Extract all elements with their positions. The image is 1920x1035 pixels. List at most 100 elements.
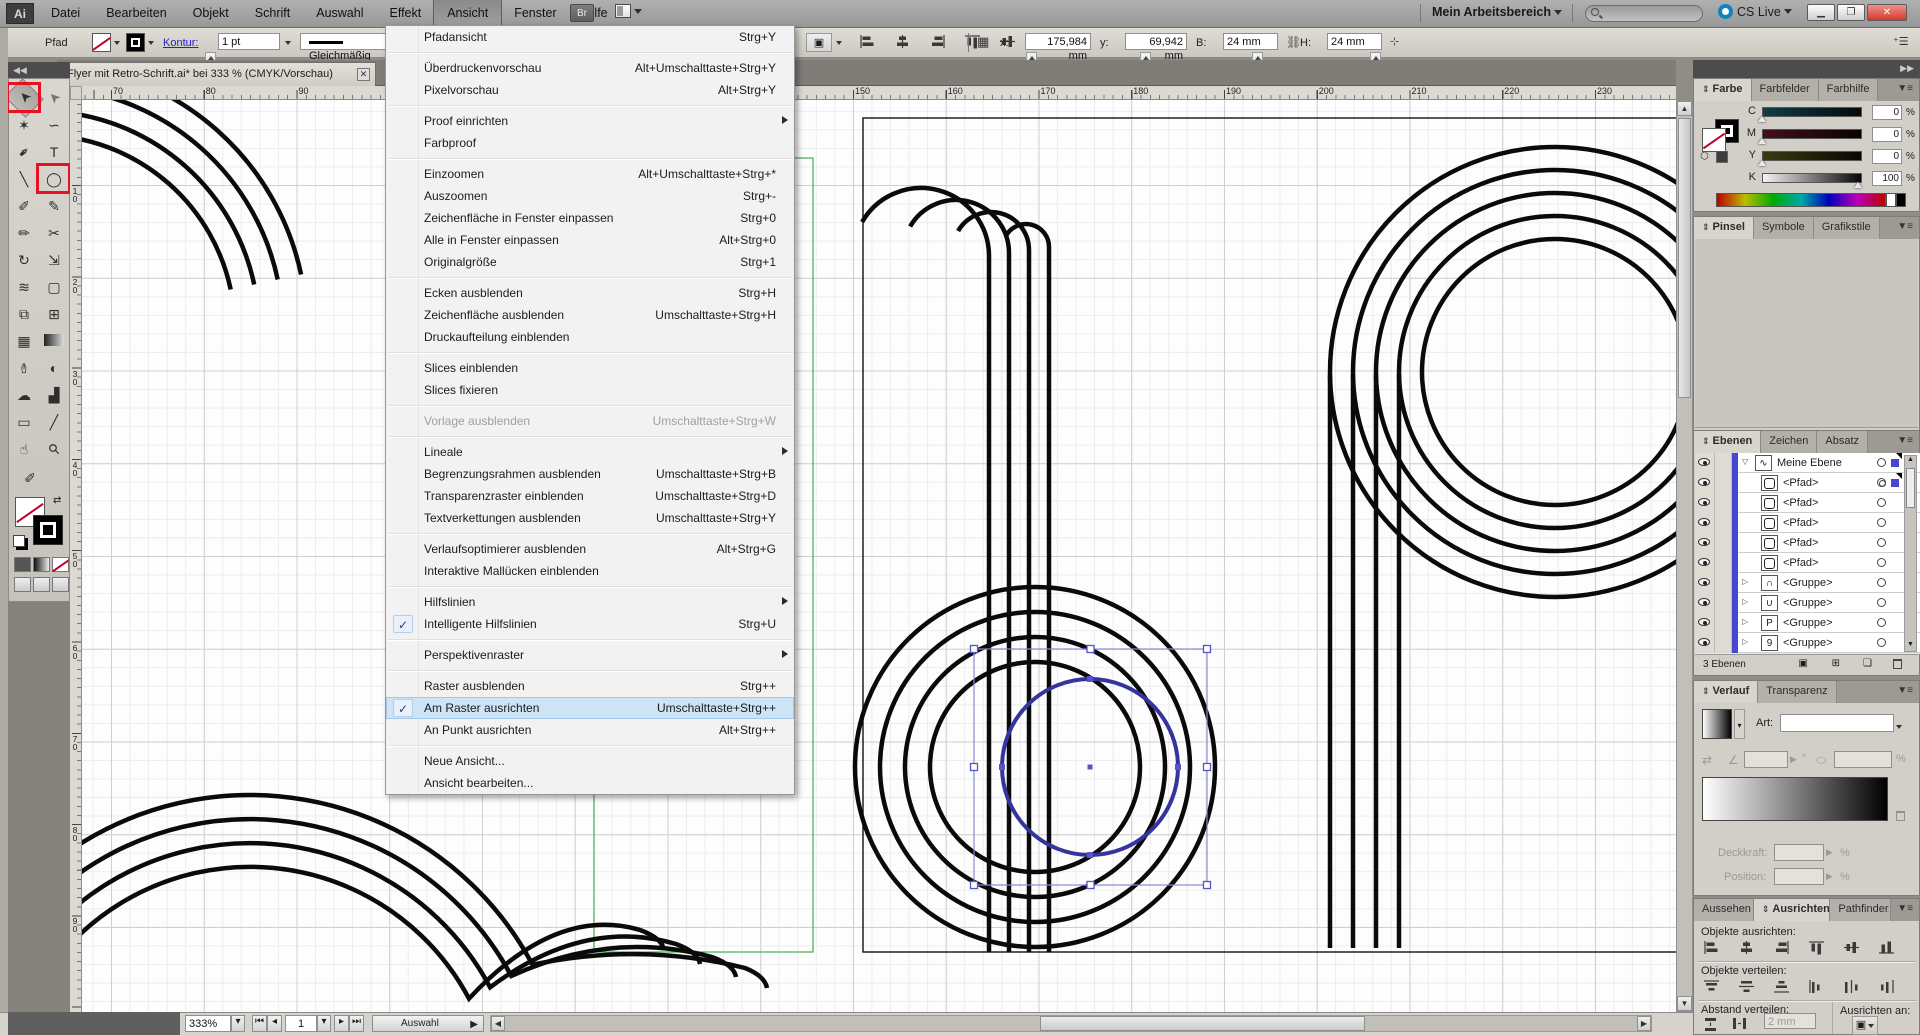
first-artboard-icon[interactable]: ⏮ xyxy=(252,1015,267,1032)
slider-thumb[interactable] xyxy=(1758,160,1766,166)
slider-value-field[interactable]: 0 xyxy=(1872,149,1902,164)
lasso-tool[interactable]: ∽ xyxy=(39,112,69,138)
restore-button[interactable]: ❐ xyxy=(1837,4,1865,21)
white-swatch[interactable] xyxy=(1886,193,1896,207)
symbol-sprayer-tool[interactable]: ☁ xyxy=(9,382,39,408)
y-field[interactable]: 69,942 mm xyxy=(1125,33,1187,50)
angle-spinner-icon[interactable]: ▶ xyxy=(1790,754,1797,765)
transform-reference-button[interactable]: ▣ xyxy=(806,33,832,52)
target-circle-icon[interactable] xyxy=(1877,518,1886,527)
rotate-tool[interactable]: ↻ xyxy=(9,247,39,273)
distribute-left-button[interactable] xyxy=(1804,977,1828,997)
paintbrush-tool[interactable]: ✐ xyxy=(9,193,39,219)
align-tab-ausrichten[interactable]: ⇕Ausrichten xyxy=(1754,899,1831,921)
path-eraser-tool[interactable]: ✐ xyxy=(15,465,45,491)
disclosure-closed-icon[interactable]: ▷ xyxy=(1742,617,1748,626)
toolbar-collapse-header[interactable]: ◀◀ xyxy=(8,62,70,78)
menu-item[interactable]: Neue Ansicht... xyxy=(386,750,794,772)
align-tab-pathfinder[interactable]: Pathfinder xyxy=(1830,899,1891,921)
layers-tab-ebenen[interactable]: ⇕Ebenen xyxy=(1694,431,1761,453)
cs-live-button[interactable]: CS Live xyxy=(1718,4,1792,19)
menu-item[interactable]: Zeichenfläche in Fenster einpassenStrg+0 xyxy=(386,207,794,229)
scroll-left-icon[interactable]: ◀ xyxy=(491,1016,505,1031)
align-left-button[interactable] xyxy=(855,32,879,52)
color-tab-farbhilfe[interactable]: Farbhilfe xyxy=(1819,79,1879,101)
panel-menu-icon[interactable]: ▼≡ xyxy=(1891,681,1919,703)
panel-menu-icon[interactable]: ▼≡ xyxy=(1891,79,1919,101)
type-tool[interactable]: T xyxy=(39,139,69,165)
width-tool[interactable]: ≋ xyxy=(9,274,39,300)
slider-thumb[interactable] xyxy=(1758,138,1766,144)
layer-thumbnail[interactable]: ∿ xyxy=(1755,455,1772,471)
align-v-center-button[interactable] xyxy=(1839,938,1863,958)
layer-row[interactable]: <Pfad> xyxy=(1695,473,1920,493)
menu-item[interactable]: EinzoomenAlt+Umschalttaste+Strg+* xyxy=(386,163,794,185)
eye-icon[interactable] xyxy=(1698,538,1710,546)
layer-thumbnail[interactable] xyxy=(1761,515,1778,531)
position-field[interactable] xyxy=(1774,868,1824,885)
layer-row[interactable]: ▷P<Gruppe> xyxy=(1695,613,1920,633)
target-circle-icon[interactable] xyxy=(1877,538,1886,547)
default-fill-stroke-icon[interactable] xyxy=(13,535,25,547)
menubar-item-bearbeiten[interactable]: Bearbeiten xyxy=(93,0,179,25)
layer-row[interactable]: ▷9<Gruppe> xyxy=(1695,633,1920,653)
panel-menu-icon[interactable]: ▼≡ xyxy=(1891,217,1919,239)
menu-item[interactable]: Perspektivenraster xyxy=(386,644,794,666)
brushes-content[interactable] xyxy=(1695,239,1918,427)
lock-cell[interactable] xyxy=(1715,453,1732,473)
previous-artboard-icon[interactable]: ◂ xyxy=(267,1015,282,1032)
menu-item[interactable]: Alle in Fenster einpassenAlt+Strg+0 xyxy=(386,229,794,251)
spacing-field[interactable]: 2 mm xyxy=(1764,1013,1816,1029)
height-field[interactable]: 24 mm xyxy=(1327,33,1382,50)
close-tab-icon[interactable]: ✕ xyxy=(357,68,370,81)
draw-normal-button[interactable] xyxy=(14,577,31,592)
menu-item[interactable]: ÜberdruckenvorschauAlt+Umschalttaste+Str… xyxy=(386,57,794,79)
menu-item[interactable]: Transparenzraster einblendenUmschalttast… xyxy=(386,485,794,507)
gradient-editor-bar[interactable] xyxy=(1702,777,1888,821)
visibility-cell[interactable] xyxy=(1695,473,1715,493)
menu-item[interactable]: Interaktive Mallücken einblenden xyxy=(386,560,794,582)
stroke-width-dropdown-icon[interactable] xyxy=(285,41,291,45)
slider-track[interactable] xyxy=(1762,107,1862,117)
stroke-width-field[interactable]: 1 pt xyxy=(218,33,280,50)
slider-value-field[interactable]: 0 xyxy=(1872,127,1902,142)
new-sublayer-icon[interactable]: ⊞ xyxy=(1832,658,1840,669)
align-bottom-button[interactable] xyxy=(1874,938,1898,958)
slider-track[interactable] xyxy=(1762,129,1862,139)
align-left-button[interactable] xyxy=(1699,938,1723,958)
slider-thumb[interactable] xyxy=(1854,182,1862,188)
brushes-tab-grafikstile[interactable]: Grafikstile xyxy=(1814,217,1880,239)
layer-thumbnail[interactable]: P xyxy=(1761,615,1778,631)
vertical-scroll-thumb[interactable] xyxy=(1678,118,1691,398)
align-h-center-button[interactable] xyxy=(890,32,914,52)
opacity-field[interactable] xyxy=(1774,844,1824,861)
slider-thumb[interactable] xyxy=(1758,116,1766,122)
eye-icon[interactable] xyxy=(1698,498,1710,506)
align-tab-aussehen[interactable]: Aussehen xyxy=(1694,899,1754,921)
layer-row[interactable]: <Pfad> xyxy=(1695,533,1920,553)
menu-item[interactable]: An Punkt ausrichtenAlt+Strg++ xyxy=(386,719,794,741)
menu-item[interactable]: Textverkettungen ausblendenUmschalttaste… xyxy=(386,507,794,529)
aspect-ratio-field[interactable] xyxy=(1834,751,1892,768)
fill-dropdown-icon[interactable] xyxy=(114,41,120,45)
visibility-cell[interactable] xyxy=(1695,493,1715,513)
none-mode-button[interactable] xyxy=(52,557,69,572)
layer-row[interactable]: <Pfad> xyxy=(1695,553,1920,573)
retro-letter-arcs-top-left[interactable] xyxy=(82,100,301,290)
disclosure-closed-icon[interactable]: ▷ xyxy=(1742,597,1748,606)
horizontal-ruler[interactable]: 7080901001101201301401501601701801902002… xyxy=(82,86,1676,100)
canvas[interactable] xyxy=(82,100,1676,1012)
menu-item[interactable]: Ansicht bearbeiten... xyxy=(386,772,794,794)
lock-cell[interactable] xyxy=(1715,573,1732,593)
clipping-mask-icon[interactable]: ▣ xyxy=(1799,658,1808,669)
layer-thumbnail[interactable] xyxy=(1761,475,1778,491)
target-circle-icon[interactable] xyxy=(1877,578,1886,587)
snap-grid-icon[interactable]: ▦ xyxy=(977,34,989,50)
zoom-dropdown-icon[interactable]: ▾ xyxy=(231,1015,245,1032)
zoom-tool[interactable]: ⚲ xyxy=(34,429,74,469)
visibility-cell[interactable] xyxy=(1695,513,1715,533)
layer-row[interactable]: ▽∿Meine Ebene xyxy=(1695,453,1920,473)
lock-cell[interactable] xyxy=(1715,513,1732,533)
stroke-dropdown-icon[interactable] xyxy=(148,41,154,45)
eye-icon[interactable] xyxy=(1698,578,1710,586)
